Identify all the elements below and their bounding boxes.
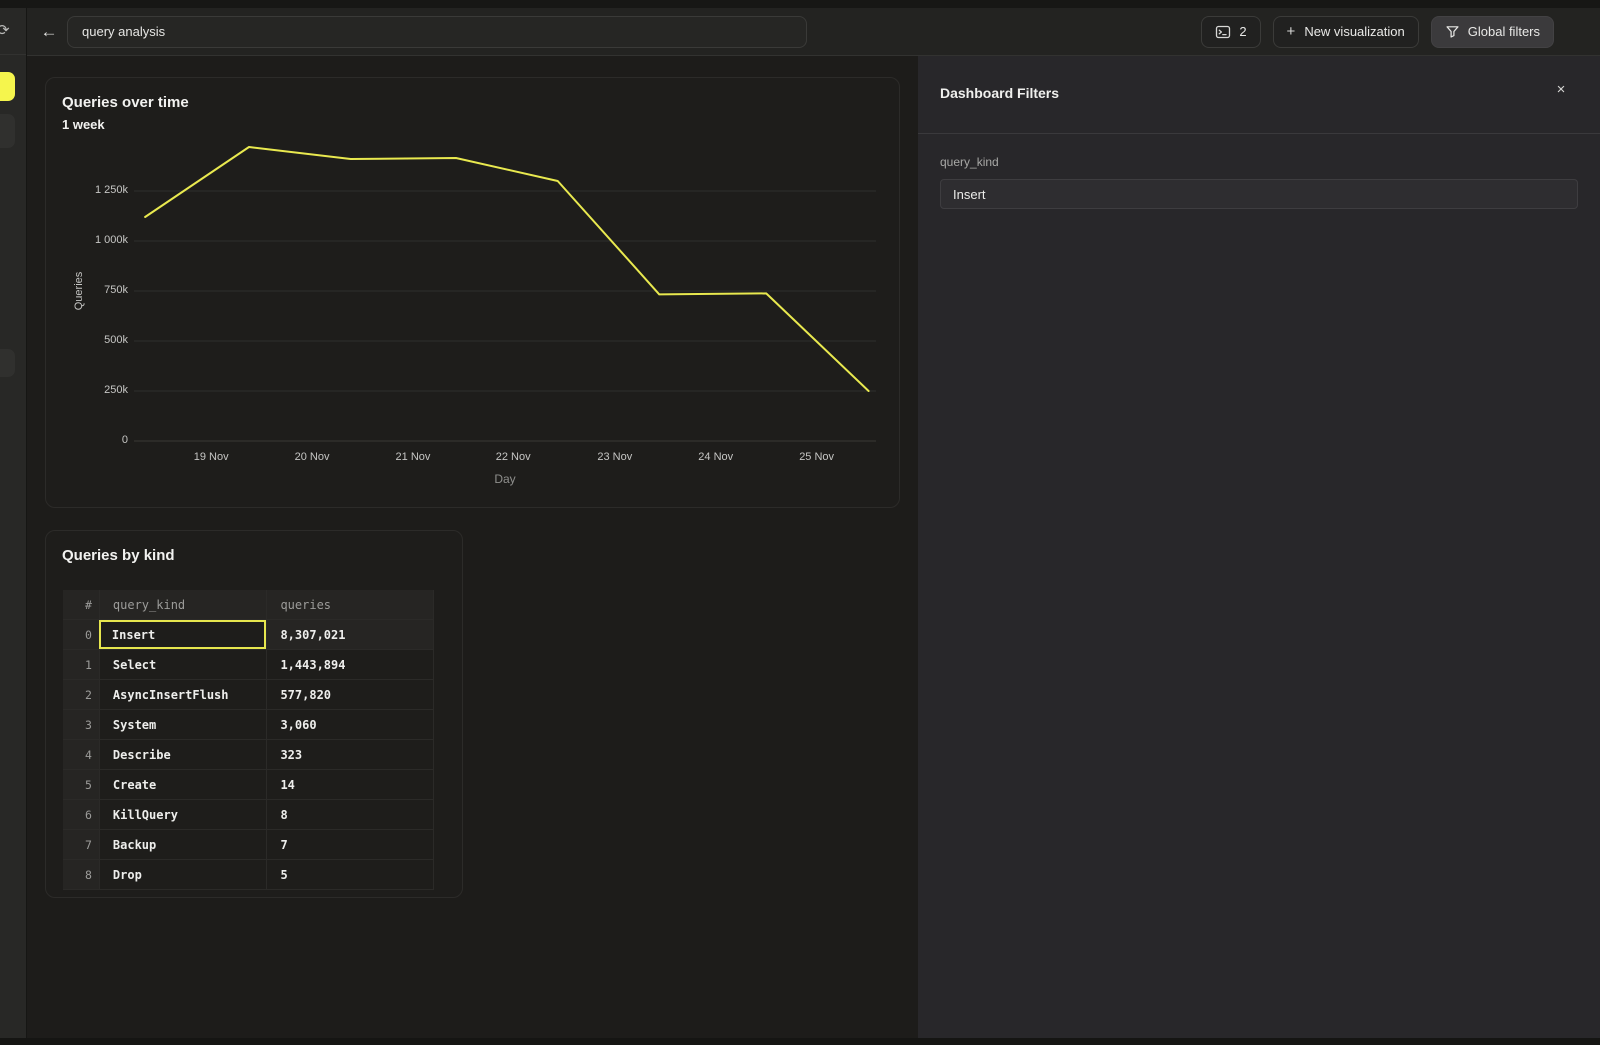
row-index: 6 — [63, 800, 99, 829]
cell-query-kind[interactable]: Backup — [99, 830, 267, 859]
row-index: 2 — [63, 680, 99, 709]
table-row: 7Backup7 — [63, 830, 433, 860]
x-tick-label: 19 Nov — [181, 451, 241, 463]
topbar: ← 2 + New visualization Global filters — [27, 8, 1600, 56]
dashboard-app: ⟳ ← 2 + New visualization Globa — [0, 0, 1600, 1045]
x-tick-label: 20 Nov — [282, 451, 342, 463]
cell-query-kind-selected[interactable]: Insert — [99, 620, 267, 649]
chart-x-axis-ticks: 19 Nov 20 Nov 21 Nov 22 Nov 23 Nov 24 Nov 25 N… — [134, 451, 876, 467]
dashboard-title-input[interactable] — [67, 16, 807, 48]
chart-title: Queries over time — [62, 94, 189, 111]
cell-queries[interactable]: 5 — [266, 860, 433, 889]
row-index: 7 — [63, 830, 99, 859]
table-row: 5Create14 — [63, 770, 433, 800]
table-title: Queries by kind — [62, 547, 175, 564]
new-visualization-button[interactable]: + New visualization — [1273, 16, 1419, 48]
plus-icon: + — [1287, 23, 1296, 40]
cell-queries[interactable]: 3,060 — [266, 710, 433, 739]
back-arrow-icon: ← — [41, 22, 58, 42]
cell-query-kind[interactable]: Create — [99, 770, 267, 799]
table-row: 4Describe323 — [63, 740, 433, 770]
cell-queries[interactable]: 7 — [266, 830, 433, 859]
cell-queries[interactable]: 8 — [266, 800, 433, 829]
cell-query-kind[interactable]: Describe — [99, 740, 267, 769]
table-row: 8Drop5 — [63, 860, 433, 890]
cell-queries[interactable]: 577,820 — [266, 680, 433, 709]
column-header-queries[interactable]: queries — [266, 590, 433, 619]
query-tabs-button[interactable]: 2 — [1201, 16, 1260, 48]
row-index: 4 — [63, 740, 99, 769]
cell-query-kind[interactable]: AsyncInsertFlush — [99, 680, 267, 709]
row-index: 0 — [63, 620, 99, 649]
y-tick-label: 1 000k — [46, 234, 128, 246]
table-row: 2AsyncInsertFlush577,820 — [63, 680, 433, 710]
column-header-query-kind[interactable]: query_kind — [99, 590, 267, 619]
panel-divider — [918, 133, 1600, 134]
cell-queries[interactable]: 8,307,021 — [266, 620, 433, 649]
sidebar-item[interactable] — [0, 114, 15, 148]
y-tick-label: 750k — [46, 284, 128, 296]
table-row: 0Insert8,307,021 — [63, 620, 433, 650]
table-row: 3System3,060 — [63, 710, 433, 740]
window-top-strip — [0, 0, 1600, 8]
cell-query-kind[interactable]: Drop — [99, 860, 267, 889]
global-filters-button[interactable]: Global filters — [1431, 16, 1554, 48]
cell-queries[interactable]: 323 — [266, 740, 433, 769]
cell-query-kind[interactable]: Select — [99, 650, 267, 679]
back-button[interactable]: ← — [37, 20, 61, 44]
x-tick-label: 25 Nov — [787, 451, 847, 463]
row-index: 8 — [63, 860, 99, 889]
table-row: 1Select1,443,894 — [63, 650, 433, 680]
query-kind-filter-input[interactable] — [940, 179, 1578, 209]
y-tick-label: 500k — [46, 334, 128, 346]
chart-subtitle: 1 week — [62, 117, 105, 132]
x-tick-label: 21 Nov — [383, 451, 443, 463]
terminal-icon — [1215, 24, 1231, 40]
main-content: Queries over time 1 week Queries 0250k50… — [27, 56, 918, 1038]
chart-y-axis-ticks: 0250k500k750k1 000k1 250k — [46, 141, 128, 441]
row-index: 1 — [63, 650, 99, 679]
cell-query-kind[interactable]: KillQuery — [99, 800, 267, 829]
dashboard-filters-panel: Dashboard Filters × query_kind — [918, 56, 1600, 1038]
y-tick-label: 1 250k — [46, 184, 128, 196]
topbar-actions: 2 + New visualization Global filters — [1201, 16, 1554, 48]
y-tick-label: 0 — [46, 434, 128, 446]
table-header-row: #query_kindqueries — [63, 590, 433, 620]
new-visualization-label: New visualization — [1304, 24, 1404, 39]
column-header-index: # — [63, 590, 99, 619]
cell-queries[interactable]: 14 — [266, 770, 433, 799]
queries-line-chart[interactable] — [134, 141, 876, 443]
left-sidebar: ⟳ — [0, 8, 27, 1038]
x-tick-label: 23 Nov — [585, 451, 645, 463]
global-filters-label: Global filters — [1468, 24, 1540, 39]
sidebar-item-active-dashboard[interactable] — [0, 72, 15, 101]
sidebar-header: ⟳ — [0, 8, 26, 55]
queries-by-kind-table: #query_kindqueries0Insert8,307,0211Selec… — [63, 590, 434, 890]
x-tick-label: 24 Nov — [686, 451, 746, 463]
row-index: 3 — [63, 710, 99, 739]
filter-field-label: query_kind — [940, 155, 999, 169]
sidebar-item[interactable] — [0, 349, 15, 377]
y-tick-label: 250k — [46, 384, 128, 396]
query-tabs-count: 2 — [1239, 24, 1246, 39]
table-row: 6KillQuery8 — [63, 800, 433, 830]
row-index: 5 — [63, 770, 99, 799]
refresh-icon[interactable]: ⟳ — [0, 21, 10, 39]
filters-panel-title: Dashboard Filters — [940, 85, 1059, 101]
cell-queries[interactable]: 1,443,894 — [266, 650, 433, 679]
queries-over-time-card: Queries over time 1 week Queries 0250k50… — [45, 77, 900, 508]
window-bottom-strip — [0, 1038, 1600, 1045]
x-tick-label: 22 Nov — [483, 451, 543, 463]
close-icon[interactable]: × — [1550, 78, 1572, 100]
funnel-icon — [1445, 24, 1460, 39]
chart-x-axis-label: Day — [134, 472, 876, 486]
queries-by-kind-card: Queries by kind #query_kindqueries0Inser… — [45, 530, 463, 898]
cell-query-kind[interactable]: System — [99, 710, 267, 739]
